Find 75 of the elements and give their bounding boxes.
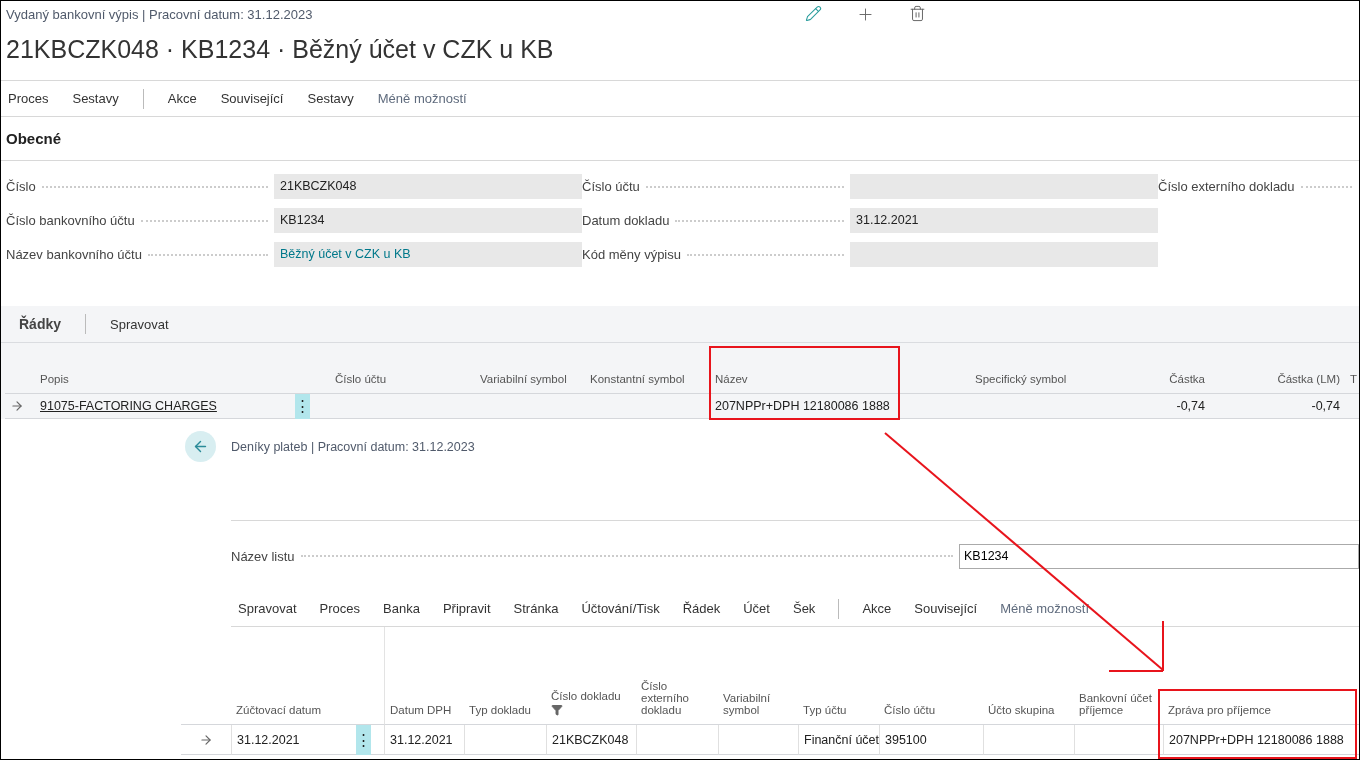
less-options-button[interactable]: Méně možností — [377, 91, 467, 106]
table-cell: 395100 — [879, 725, 983, 755]
link-field[interactable]: Běžný účet v CZK u KB — [274, 242, 582, 267]
edit-icon[interactable] — [805, 5, 822, 24]
action-menu-item[interactable]: Související — [220, 91, 284, 106]
column-header[interactable]: Datum DPH — [384, 627, 464, 725]
less-options-button[interactable]: Méně možností — [1000, 601, 1090, 616]
action-menu-item[interactable]: Šek — [792, 601, 816, 616]
field-label: Název bankovního účtu — [6, 247, 142, 262]
column-header[interactable]: Typ účtu — [798, 627, 879, 725]
table-cell: 207NPPr+DPH 12180086 1888 — [1163, 725, 1359, 755]
action-menu-item[interactable]: Řádek — [682, 601, 721, 616]
action-menu-item[interactable]: Proces — [8, 91, 49, 106]
field-label: Číslo — [6, 179, 36, 194]
column-header[interactable]: Částka (LM) — [1210, 343, 1345, 394]
field-label: Číslo bankovního účtu — [6, 213, 135, 228]
page-title: 21KBCZK048 · KB1234 · Běžný účet v CZK u KB — [6, 35, 554, 64]
column-header[interactable]: Číslo dokladu — [546, 627, 636, 725]
filter-icon — [551, 704, 563, 716]
table-cell: 207NPPr+DPH 12180086 1888 — [710, 394, 970, 419]
field-label: Kód měny výpisu — [582, 247, 681, 262]
breadcrumb: Deníky plateb | Pracovní datum: 31.12.2023 — [231, 440, 475, 454]
column-header[interactable]: Variabilní symbol — [475, 343, 585, 394]
table-cell: -0,74 — [1210, 394, 1345, 419]
field-label: Číslo účtu — [582, 179, 640, 194]
input-field[interactable]: 31.12.2021 — [850, 208, 1158, 233]
input-field[interactable]: 21KBCZK048 — [274, 174, 582, 199]
trash-icon[interactable] — [909, 5, 926, 24]
plus-icon[interactable] — [856, 5, 875, 24]
action-menu-item[interactable]: Akce — [862, 601, 892, 616]
column-header[interactable]: Variabilní symbol — [718, 627, 798, 725]
table-cell: 31.12.2021 — [384, 725, 464, 755]
column-header[interactable]: Zpráva pro příjemce — [1163, 627, 1359, 725]
column-header[interactable]: Číslo účtu — [330, 343, 475, 394]
action-menu-item[interactable]: Připravit — [442, 601, 491, 616]
action-menu-item[interactable]: Stránka — [513, 601, 559, 616]
column-header[interactable]: Číslo účtu — [879, 627, 983, 725]
row-menu-button[interactable]: ⋮ — [295, 393, 310, 419]
section-title: Řádky — [19, 316, 62, 332]
action-menu-item[interactable]: Proces — [319, 601, 360, 616]
column-header[interactable]: Typ dokladu — [464, 627, 546, 725]
column-header[interactable]: Částka — [1130, 343, 1210, 394]
field-label: Datum dokladu — [582, 213, 670, 228]
column-header[interactable]: Bankovní účet příjemce — [1074, 627, 1163, 725]
table-cell: -0,74 — [1130, 394, 1210, 419]
action-menu-item[interactable]: Sestavy — [72, 91, 119, 106]
table-cell: Finanční účet — [798, 725, 879, 755]
row-menu-button[interactable]: ⋮ — [356, 724, 371, 755]
column-header[interactable]: Název — [710, 343, 970, 394]
action-menu-item[interactable]: Účtování/Tisk — [581, 601, 660, 616]
row-link[interactable]: 91075-FACTORING CHARGES — [40, 399, 217, 413]
column-header[interactable]: Zúčtovací datum — [231, 627, 356, 725]
action-menu-item[interactable]: Banka — [383, 601, 420, 616]
arrow-icon — [10, 399, 24, 413]
action-menu-item[interactable]: Sestavy — [307, 91, 354, 106]
action-menu-item[interactable]: Související — [914, 601, 978, 616]
column-header[interactable]: Účto skupina — [983, 627, 1074, 725]
back-arrow-icon — [192, 438, 209, 455]
breadcrumb: Vydaný bankovní výpis | Pracovní datum: 31.12.2023 — [6, 7, 313, 22]
column-header[interactable]: T — [1345, 343, 1359, 394]
column-header[interactable]: Popis — [35, 343, 295, 394]
field-label: Název listu — [231, 548, 295, 564]
table-cell: 21KBCZK048 — [546, 725, 636, 755]
column-header[interactable]: Konstantní symbol — [585, 343, 710, 394]
input-field[interactable]: KB1234 — [959, 543, 1359, 569]
action-menu-item[interactable]: Spravovat — [238, 601, 297, 616]
back-button[interactable] — [185, 431, 216, 462]
action-menu-item[interactable]: Spravovat — [110, 316, 169, 332]
action-menu-item[interactable]: Akce — [167, 91, 197, 106]
section-title: Obecné — [1, 117, 1359, 161]
column-header[interactable]: Číslo externího dokladu — [636, 627, 718, 725]
action-menu-item[interactable]: Účet — [743, 601, 770, 616]
field-label: Číslo externího dokladu — [1158, 179, 1295, 194]
input-field[interactable]: KB1234 — [274, 208, 582, 233]
column-header[interactable]: Specifický symbol — [970, 343, 1130, 394]
